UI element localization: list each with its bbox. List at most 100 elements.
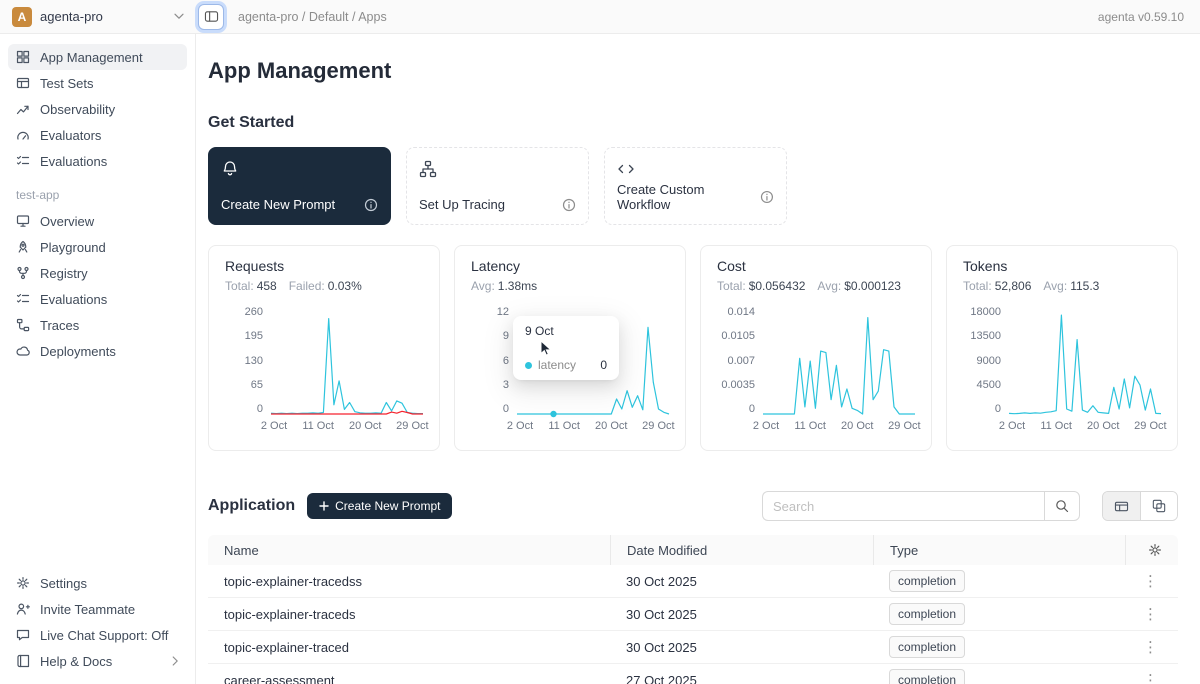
metric-title: Latency xyxy=(471,258,669,274)
table-view-button[interactable] xyxy=(1103,492,1140,520)
column-header-name[interactable]: Name xyxy=(208,535,610,565)
requests-chart[interactable]: 2601951306502 Oct11 Oct20 Oct29 Oct xyxy=(225,307,423,433)
sidebar-item-label: Overview xyxy=(40,214,94,229)
info-icon[interactable] xyxy=(562,198,576,212)
search-bar xyxy=(762,491,1080,521)
sidebar-item-invite-teammate[interactable]: Invite Teammate xyxy=(8,596,187,622)
sidebar-item-help-docs[interactable]: Help & Docs xyxy=(8,648,187,674)
sidebar-toggle-button[interactable] xyxy=(198,4,224,30)
search-icon xyxy=(1055,499,1069,513)
date-modified: 30 Oct 2025 xyxy=(610,640,873,655)
card-label: Create Custom Workflow xyxy=(617,182,760,212)
app-name: career-assessment xyxy=(208,673,610,684)
card-view-icon xyxy=(1152,499,1166,513)
sidebar-item-label: Test Sets xyxy=(40,76,93,91)
gear-icon xyxy=(1148,543,1162,557)
sidebar-item-label: App Management xyxy=(40,50,143,65)
row-menu-button[interactable]: ⋮ xyxy=(1143,572,1178,590)
create-custom-workflow-card[interactable]: Create Custom Workflow xyxy=(604,147,787,225)
column-header-type[interactable]: Type xyxy=(873,535,1125,565)
type-badge: completion xyxy=(889,669,965,684)
sidebar-item-label: Evaluators xyxy=(40,128,101,143)
card-view-button[interactable] xyxy=(1140,492,1177,520)
gauge-icon xyxy=(16,128,30,142)
type-badge: completion xyxy=(889,603,965,625)
application-header: Application Create New Prompt xyxy=(208,491,1178,521)
sidebar-item-observability[interactable]: Observability xyxy=(8,96,187,122)
sidebar-item-deployments[interactable]: Deployments xyxy=(8,338,187,364)
info-icon[interactable] xyxy=(364,198,378,212)
app-name: topic-explainer-traced xyxy=(208,640,610,655)
chat-icon xyxy=(16,628,30,642)
prompt-bell-icon xyxy=(221,160,239,178)
set-up-tracing-card[interactable]: Set Up Tracing xyxy=(406,147,589,225)
gear-icon xyxy=(16,576,30,590)
type-badge: completion xyxy=(889,570,965,592)
sidebar-item-evaluations[interactable]: Evaluations xyxy=(8,148,187,174)
table-row[interactable]: topic-explainer-tracedss 30 Oct 2025 com… xyxy=(208,565,1178,598)
sidebar-item-traces[interactable]: Traces xyxy=(8,312,187,338)
search-input[interactable] xyxy=(762,491,1044,521)
metric-title: Requests xyxy=(225,258,423,274)
book-icon xyxy=(16,654,30,668)
card-label: Create New Prompt xyxy=(221,197,335,212)
date-modified: 27 Oct 2025 xyxy=(610,673,873,684)
sidebar-item-overview[interactable]: Overview xyxy=(8,208,187,234)
app-version: agenta v0.59.10 xyxy=(1098,10,1184,24)
table-row[interactable]: topic-explainer-traceds 30 Oct 2025 comp… xyxy=(208,598,1178,631)
sidebar-item-app-evaluations[interactable]: Evaluations xyxy=(8,286,187,312)
code-icon xyxy=(617,160,635,178)
sidebar-item-playground[interactable]: Playground xyxy=(8,234,187,260)
info-icon[interactable] xyxy=(760,190,774,204)
create-new-prompt-card[interactable]: Create New Prompt xyxy=(208,147,391,225)
sidebar-item-app-management[interactable]: App Management xyxy=(8,44,187,70)
table-row[interactable]: career-assessment 27 Oct 2025 completion… xyxy=(208,664,1178,684)
row-menu-button[interactable]: ⋮ xyxy=(1143,638,1178,656)
tokens-chart[interactable]: 18000135009000450002 Oct11 Oct20 Oct29 O… xyxy=(963,307,1161,433)
cost-chart[interactable]: 0.0140.01050.0070.003502 Oct11 Oct20 Oct… xyxy=(717,307,915,433)
table-row[interactable]: topic-explainer-traced 30 Oct 2025 compl… xyxy=(208,631,1178,664)
table-header: Name Date Modified Type xyxy=(208,535,1178,565)
tree-icon xyxy=(16,318,30,332)
workspace-name: agenta-pro xyxy=(40,9,103,24)
sidebar-item-evaluators[interactable]: Evaluators xyxy=(8,122,187,148)
workspace-switcher[interactable]: A agenta-pro xyxy=(0,7,196,27)
workspace-avatar: A xyxy=(12,7,32,27)
tooltip-series: latency xyxy=(538,358,576,372)
checklist-icon xyxy=(16,154,30,168)
requests-metric-card: Requests Total:458 Failed:0.03% 26019513… xyxy=(208,245,440,451)
create-new-prompt-button[interactable]: Create New Prompt xyxy=(307,493,452,519)
sidebar-item-test-sets[interactable]: Test Sets xyxy=(8,70,187,96)
chart-tooltip: 9 Oct latency 0 xyxy=(513,316,619,380)
type-badge: completion xyxy=(889,636,965,658)
sidebar-item-settings[interactable]: Settings xyxy=(8,570,187,596)
tokens-metric-card: Tokens Total:52,806 Avg:115.3 1800013500… xyxy=(946,245,1178,451)
monitor-icon xyxy=(16,214,30,228)
tracing-tree-icon xyxy=(419,160,437,178)
search-button[interactable] xyxy=(1044,491,1080,521)
checklist-icon xyxy=(16,292,30,306)
view-switcher xyxy=(1102,491,1178,521)
top-header: A agenta-pro agenta-pro / Default / Apps… xyxy=(0,0,1200,34)
metric-title: Tokens xyxy=(963,258,1161,274)
metric-stats: Avg:1.38ms xyxy=(471,279,669,293)
row-menu-button[interactable]: ⋮ xyxy=(1143,671,1178,684)
chevron-right-icon xyxy=(172,656,179,666)
breadcrumb[interactable]: agenta-pro / Default / Apps xyxy=(238,10,387,24)
metric-stats: Total:$0.056432 Avg:$0.000123 xyxy=(717,279,915,293)
sidebar-item-registry[interactable]: Registry xyxy=(8,260,187,286)
trend-icon xyxy=(16,102,30,116)
row-menu-button[interactable]: ⋮ xyxy=(1143,605,1178,623)
column-settings-button[interactable] xyxy=(1125,535,1178,565)
sidebar-item-label: Settings xyxy=(40,576,87,591)
chevron-down-icon xyxy=(174,13,184,20)
mouse-cursor-icon xyxy=(539,340,554,357)
app-name: topic-explainer-tracedss xyxy=(208,574,610,589)
sidebar-item-label: Deployments xyxy=(40,344,116,359)
get-started-cards: Create New Prompt Set Up Tracing Create … xyxy=(208,147,1178,225)
sidebar-item-label: Observability xyxy=(40,102,115,117)
main-content: App Management Get Started Create New Pr… xyxy=(196,34,1200,684)
sidebar-item-live-chat[interactable]: Live Chat Support: Off xyxy=(8,622,187,648)
column-header-date-modified[interactable]: Date Modified xyxy=(610,535,873,565)
sidebar-item-label: Invite Teammate xyxy=(40,602,135,617)
